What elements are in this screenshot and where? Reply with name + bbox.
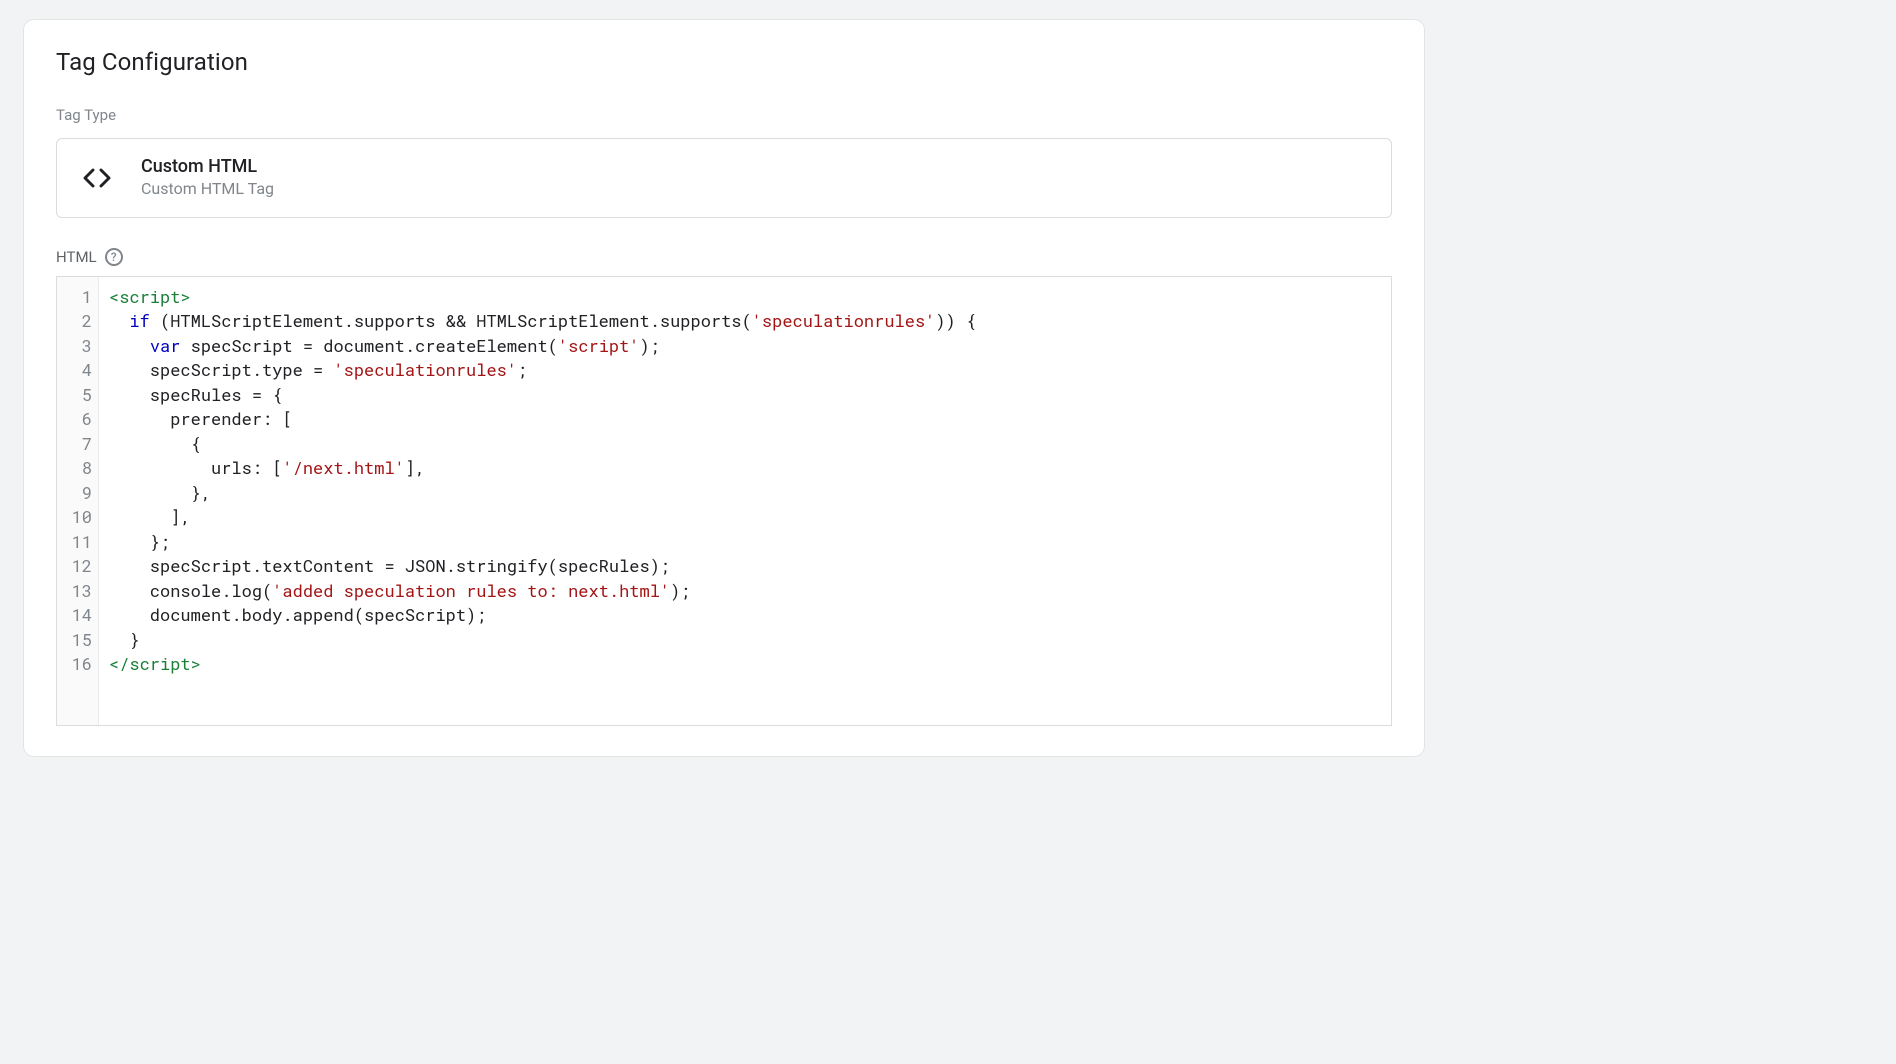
line-number: 14 [65,603,92,628]
line-number: 5 [65,383,92,408]
line-number: 16 [65,652,92,677]
line-number: 11 [65,530,92,555]
line-number: 6 [65,407,92,432]
line-number: 13 [65,579,92,604]
code-line[interactable]: specScript.textContent = JSON.stringify(… [109,554,1381,579]
line-number: 4 [65,358,92,383]
code-line[interactable]: if (HTMLScriptElement.supports && HTMLSc… [109,309,1381,334]
code-line[interactable]: }; [109,530,1381,555]
line-number: 1 [65,285,92,310]
line-number: 9 [65,481,92,506]
html-field-label: HTML [56,248,97,266]
tag-type-label: Tag Type [56,106,1392,124]
code-line[interactable]: urls: ['/next.html'], [109,456,1381,481]
line-number: 7 [65,432,92,457]
html-code-editor[interactable]: 12345678910111213141516 <script> if (HTM… [56,276,1392,726]
code-line[interactable]: specScript.type = 'speculationrules'; [109,358,1381,383]
html-label-row: HTML ? [56,248,1392,266]
tag-type-subtitle: Custom HTML Tag [141,178,274,200]
code-line[interactable]: </script> [109,652,1381,677]
line-number: 8 [65,456,92,481]
line-number: 15 [65,628,92,653]
tag-type-title: Custom HTML [141,155,274,178]
line-number: 12 [65,554,92,579]
code-line[interactable]: console.log('added speculation rules to:… [109,579,1381,604]
code-line[interactable]: } [109,628,1381,653]
code-line[interactable]: ], [109,505,1381,530]
code-line[interactable]: }, [109,481,1381,506]
code-line[interactable]: prerender: [ [109,407,1381,432]
tag-type-text: Custom HTML Custom HTML Tag [141,155,274,201]
code-line[interactable]: <script> [109,285,1381,310]
code-content[interactable]: <script> if (HTMLScriptElement.supports … [99,277,1391,725]
help-icon[interactable]: ? [105,248,123,266]
tag-configuration-card: Tag Configuration Tag Type Custom HTML C… [24,20,1424,756]
line-number-gutter: 12345678910111213141516 [57,277,99,725]
code-brackets-icon [77,158,117,198]
line-number: 10 [65,505,92,530]
card-title: Tag Configuration [56,48,1392,76]
line-number: 2 [65,309,92,334]
code-line[interactable]: { [109,432,1381,457]
line-number: 3 [65,334,92,359]
code-line[interactable]: document.body.append(specScript); [109,603,1381,628]
tag-type-selector[interactable]: Custom HTML Custom HTML Tag [56,138,1392,218]
code-line[interactable]: specRules = { [109,383,1381,408]
code-line[interactable]: var specScript = document.createElement(… [109,334,1381,359]
